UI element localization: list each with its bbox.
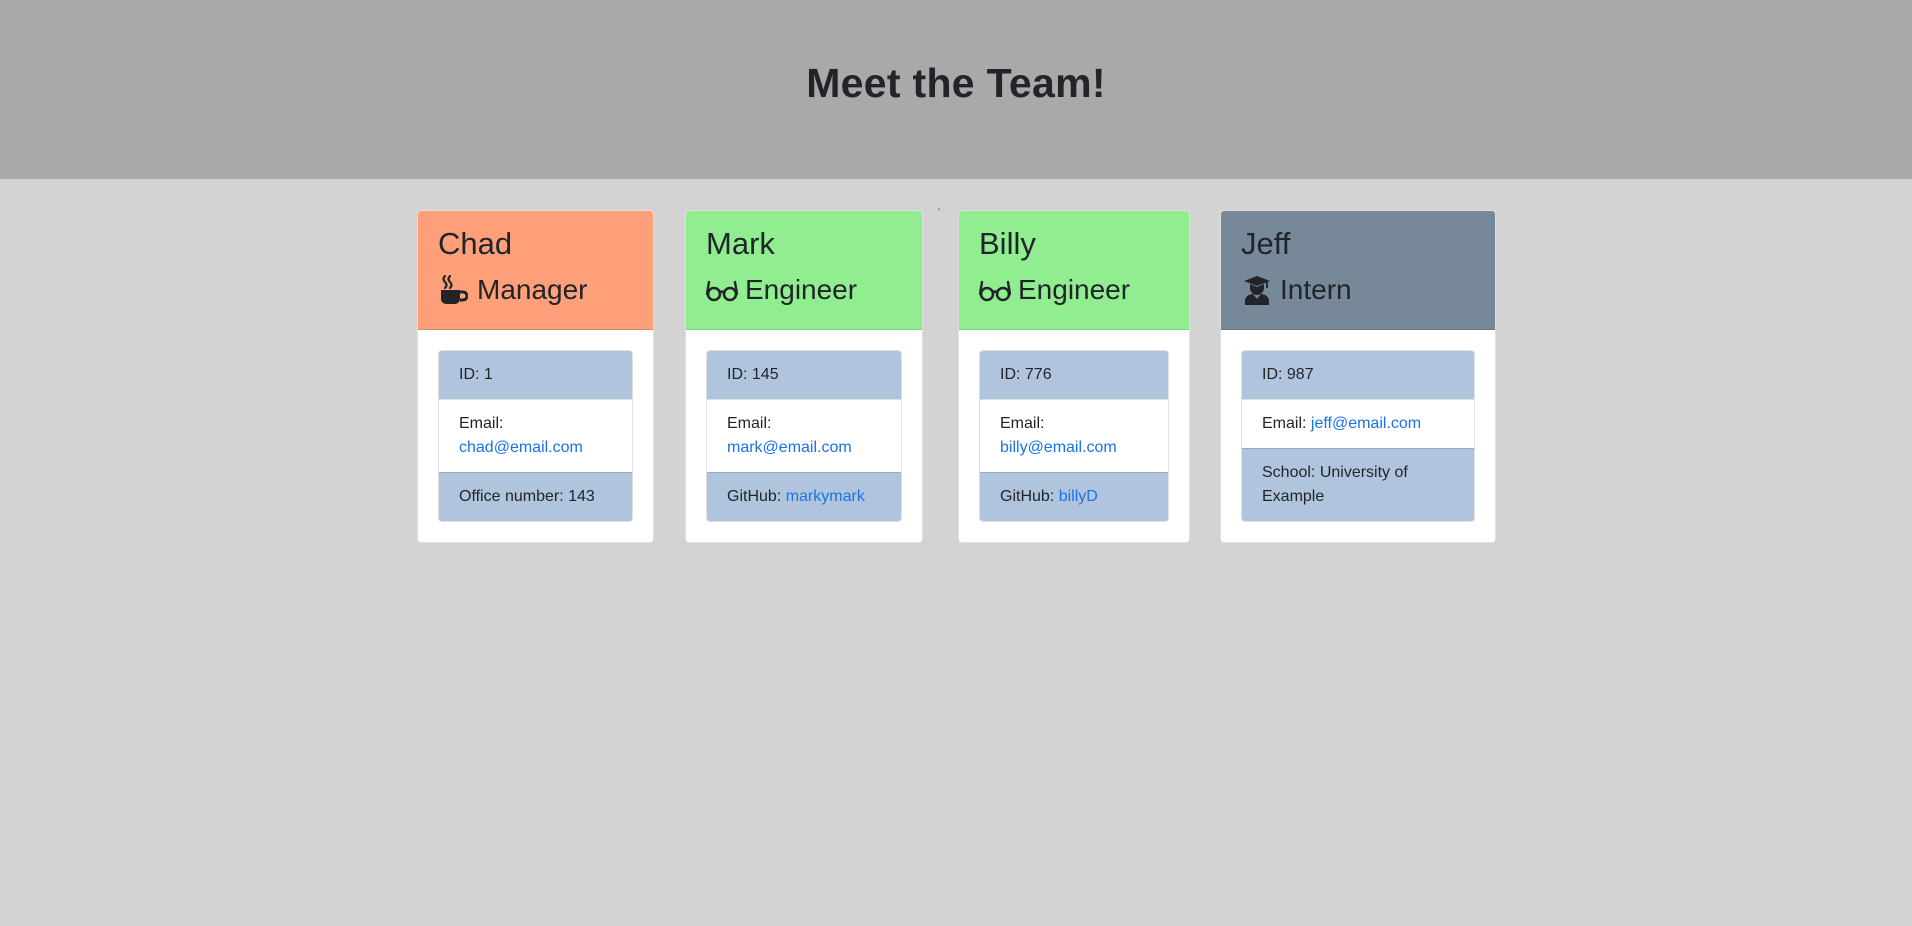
stray-mark: ' [938, 207, 940, 218]
office-number-item: Office number: 143 [439, 472, 632, 521]
email-item: Email: billy@email.com [980, 399, 1168, 472]
github-item: GitHub: markymark [707, 472, 901, 521]
github-link[interactable]: markymark [786, 488, 865, 505]
id-item: ID: 987 [1242, 351, 1474, 399]
id-item: ID: 145 [707, 351, 901, 399]
employee-card-chad: Chad Manager ID: 1 Email: chad@email.com… [417, 210, 654, 543]
card-body: ID: 776 Email: billy@email.com GitHub: b… [959, 330, 1189, 542]
employee-name: Jeff [1241, 226, 1291, 261]
employee-card-mark: Mark Engineer ID: 145 Email: mark@email.… [685, 210, 923, 543]
team-container: ' Chad Manager ID: 1 Email: chad@email.c… [0, 179, 1912, 926]
employee-role: Engineer [979, 273, 1189, 307]
employee-name: Billy [979, 226, 1036, 261]
card-body: ID: 1 Email: chad@email.com Office numbe… [418, 330, 653, 542]
employee-card-jeff: Jeff Intern ID: 987 Email: jeff@email.co… [1220, 210, 1496, 543]
employee-role: Manager [438, 273, 653, 307]
github-link[interactable]: billyD [1059, 488, 1098, 505]
email-link[interactable]: billy@email.com [1000, 439, 1117, 456]
coffee-icon [438, 275, 470, 305]
role-label: Intern [1280, 274, 1352, 305]
id-item: ID: 1 [439, 351, 632, 399]
card-header: Mark Engineer [686, 211, 922, 330]
id-item: ID: 776 [980, 351, 1168, 399]
employee-name: Mark [706, 226, 775, 261]
school-item: School: University of Example [1242, 448, 1474, 521]
card-header: Billy Engineer [959, 211, 1189, 330]
info-list: ID: 145 Email: mark@email.com GitHub: ma… [706, 350, 902, 522]
email-link[interactable]: mark@email.com [727, 439, 852, 456]
email-item: Email: mark@email.com [707, 399, 901, 472]
role-label: Engineer [1018, 274, 1131, 305]
info-list: ID: 987 Email: jeff@email.com School: Un… [1241, 350, 1475, 522]
page-title: Meet the Team! [806, 60, 1106, 106]
info-list: ID: 776 Email: billy@email.com GitHub: b… [979, 350, 1169, 522]
email-label: Email: [459, 415, 504, 432]
email-label: Email: [727, 415, 772, 432]
email-item: Email: jeff@email.com [1242, 399, 1474, 448]
github-label: GitHub: [727, 488, 782, 505]
github-label: GitHub: [1000, 488, 1055, 505]
email-link[interactable]: chad@email.com [459, 439, 583, 456]
role-label: Manager [477, 274, 588, 305]
glasses-icon [979, 275, 1011, 305]
card-body: ID: 987 Email: jeff@email.com School: Un… [1221, 330, 1495, 542]
email-link[interactable]: jeff@email.com [1311, 415, 1421, 432]
card-body: ID: 145 Email: mark@email.com GitHub: ma… [686, 330, 922, 542]
github-item: GitHub: billyD [980, 472, 1168, 521]
employee-card-billy: Billy Engineer ID: 776 Email: billy@emai… [958, 210, 1190, 543]
card-header: Chad Manager [418, 211, 653, 330]
page-header: Meet the Team! [0, 0, 1912, 179]
role-label: Engineer [745, 274, 858, 305]
employee-role: Intern [1241, 273, 1495, 307]
employee-name: Chad [438, 226, 513, 261]
email-label: Email: [1262, 415, 1307, 432]
employee-role: Engineer [706, 273, 922, 307]
email-item: Email: chad@email.com [439, 399, 632, 472]
glasses-icon [706, 275, 738, 305]
card-header: Jeff Intern [1221, 211, 1495, 330]
graduate-icon [1241, 275, 1273, 305]
info-list: ID: 1 Email: chad@email.com Office numbe… [438, 350, 633, 522]
email-label: Email: [1000, 415, 1045, 432]
